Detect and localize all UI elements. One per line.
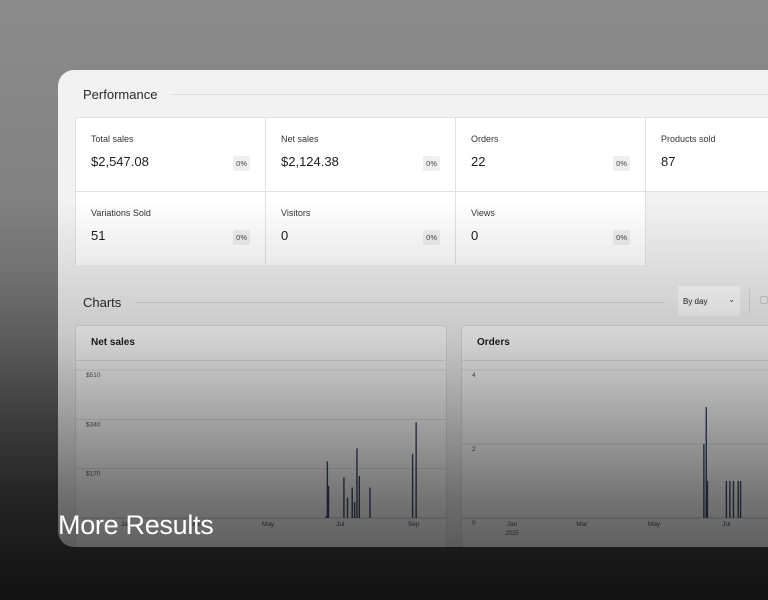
chart-bar[interactable] [358, 475, 361, 518]
stat-label: Views [471, 208, 495, 218]
y-tick-label: 2 [472, 446, 476, 453]
chart-bar[interactable] [353, 502, 356, 518]
stat-label: Visitors [281, 208, 311, 218]
chart-bar[interactable] [415, 422, 417, 518]
stat-label: Orders [471, 134, 499, 144]
x-tick-label: Sep [408, 521, 420, 528]
y-tick-label: 4 [472, 372, 476, 379]
chart-bar[interactable] [343, 477, 345, 518]
orders-chart-title: Orders [462, 326, 768, 361]
x-year-label: 2025 [505, 531, 519, 537]
y-tick-label: $340 [86, 421, 101, 428]
stat-label: Products sold [661, 134, 716, 144]
x-tick-label: Jul [336, 521, 345, 528]
stat-visitors[interactable]: Visitors 0 0% [266, 192, 455, 265]
y-tick-label: $510 [86, 372, 101, 379]
stat-net-sales[interactable]: Net sales $2,124.38 0% [266, 118, 455, 191]
orders-chart-card: Orders 4 2 0 Jan Mar May Jul 2025 [461, 325, 768, 547]
stat-label: Variations Sold [91, 208, 151, 218]
y-tick-label: 0 [472, 520, 476, 527]
y-tick-label: $170 [86, 471, 101, 478]
chart-bar[interactable] [369, 487, 371, 518]
more-results-caption: More Results [58, 510, 214, 540]
chart-bar[interactable] [725, 481, 728, 518]
stat-label: Net sales [281, 134, 319, 144]
chart-bar[interactable] [737, 481, 739, 518]
chart-bar[interactable] [356, 448, 358, 518]
stat-delta-badge: 0% [423, 156, 440, 171]
stat-delta-badge: 0% [423, 230, 440, 245]
chart-bar[interactable] [346, 497, 349, 518]
chart-bar[interactable] [732, 481, 735, 518]
stat-orders[interactable]: Orders 22 0% [456, 118, 645, 191]
performance-title: Performance [83, 87, 158, 102]
chevron-down-icon: ⌄ [728, 295, 735, 304]
x-tick-label: Mar [576, 521, 588, 528]
interval-select-value: By day [683, 296, 708, 306]
report-panel: Performance Total sales $2,547.08 0% Net… [58, 70, 768, 547]
performance-stats: Total sales $2,547.08 0% Net sales $2,12… [75, 117, 768, 265]
orders-chart: 4 2 0 Jan Mar May Jul 2025 [462, 369, 768, 537]
stat-value: 87 [661, 154, 676, 169]
stat-products-sold[interactable]: Products sold 87 [646, 118, 768, 191]
performance-divider [171, 94, 768, 95]
chart-bar[interactable] [703, 444, 705, 518]
net-sales-chart-title: Net sales [76, 326, 446, 361]
chart-bar[interactable] [327, 486, 330, 518]
x-tick-label: May [648, 521, 661, 528]
stat-delta-badge: 0% [613, 156, 630, 171]
stat-views[interactable]: Views 0 0% [456, 192, 645, 265]
charts-title: Charts [83, 295, 122, 310]
chart-bar[interactable] [729, 481, 731, 518]
x-tick-label: May [262, 521, 275, 528]
x-tick-label: Jan [507, 521, 518, 528]
chart-bar[interactable] [351, 487, 353, 518]
stat-label: Total sales [91, 134, 134, 144]
stat-delta-badge: 0% [233, 156, 250, 171]
stat-delta-badge: 0% [233, 230, 250, 245]
chart-type-icon[interactable] [760, 296, 768, 304]
chart-bar[interactable] [739, 481, 742, 518]
performance-header: Performance [83, 87, 768, 102]
stat-total-sales[interactable]: Total sales $2,547.08 0% [76, 118, 265, 191]
chart-bar[interactable] [411, 454, 414, 518]
x-tick-label: Jul [722, 521, 731, 528]
stat-delta-badge: 0% [613, 230, 630, 245]
charts-header: Charts [83, 295, 666, 310]
toolbar-divider [749, 289, 750, 313]
interval-select[interactable]: By day ⌄ [678, 286, 740, 316]
stat-empty-slot [646, 192, 768, 265]
charts-divider [135, 302, 666, 303]
chart-bar[interactable] [706, 481, 709, 518]
stat-variations-sold[interactable]: Variations Sold 51 0% [76, 192, 265, 265]
